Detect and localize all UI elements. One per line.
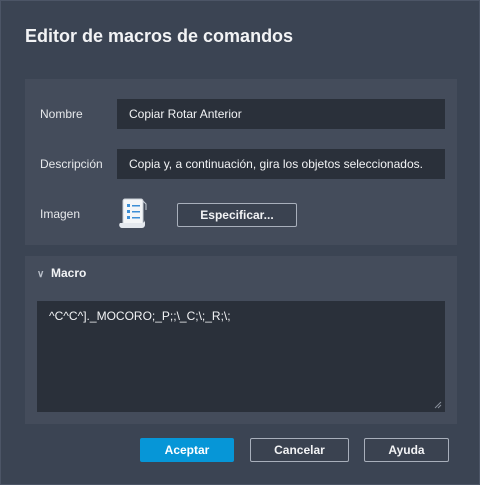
name-field[interactable]: Copiar Rotar Anterior <box>117 99 445 129</box>
macro-panel: ∨ Macro ^C^C^]._MOCORO;_P;;\_C;\;_R;\; <box>25 256 457 424</box>
resize-grip-icon[interactable] <box>434 401 442 409</box>
help-button[interactable]: Ayuda <box>364 438 449 462</box>
description-field[interactable]: Copia y, a continuación, gira los objeto… <box>117 149 445 179</box>
macro-section-header[interactable]: ∨ Macro <box>37 266 86 280</box>
chevron-down-icon: ∨ <box>37 269 45 280</box>
dialog-title: Editor de macros de comandos <box>25 26 294 46</box>
macro-textarea[interactable]: ^C^C^]._MOCORO;_P;;\_C;\;_R;\; <box>37 301 445 412</box>
command-macro-editor-dialog: Editor de macros de comandos Nombre Copi… <box>0 0 480 485</box>
macro-heading: Macro <box>51 266 87 280</box>
specify-image-button[interactable]: Especificar... <box>177 203 297 227</box>
document-list-icon <box>119 198 147 228</box>
image-label: Imagen <box>40 207 81 221</box>
cancel-button[interactable]: Cancelar <box>250 438 349 462</box>
properties-panel: Nombre Copiar Rotar Anterior Descripción… <box>25 79 457 245</box>
accept-button[interactable]: Aceptar <box>140 438 234 462</box>
macro-text: ^C^C^]._MOCORO;_P;;\_C;\;_R;\; <box>49 309 231 323</box>
description-label: Descripción <box>40 157 103 171</box>
name-label: Nombre <box>40 107 83 121</box>
